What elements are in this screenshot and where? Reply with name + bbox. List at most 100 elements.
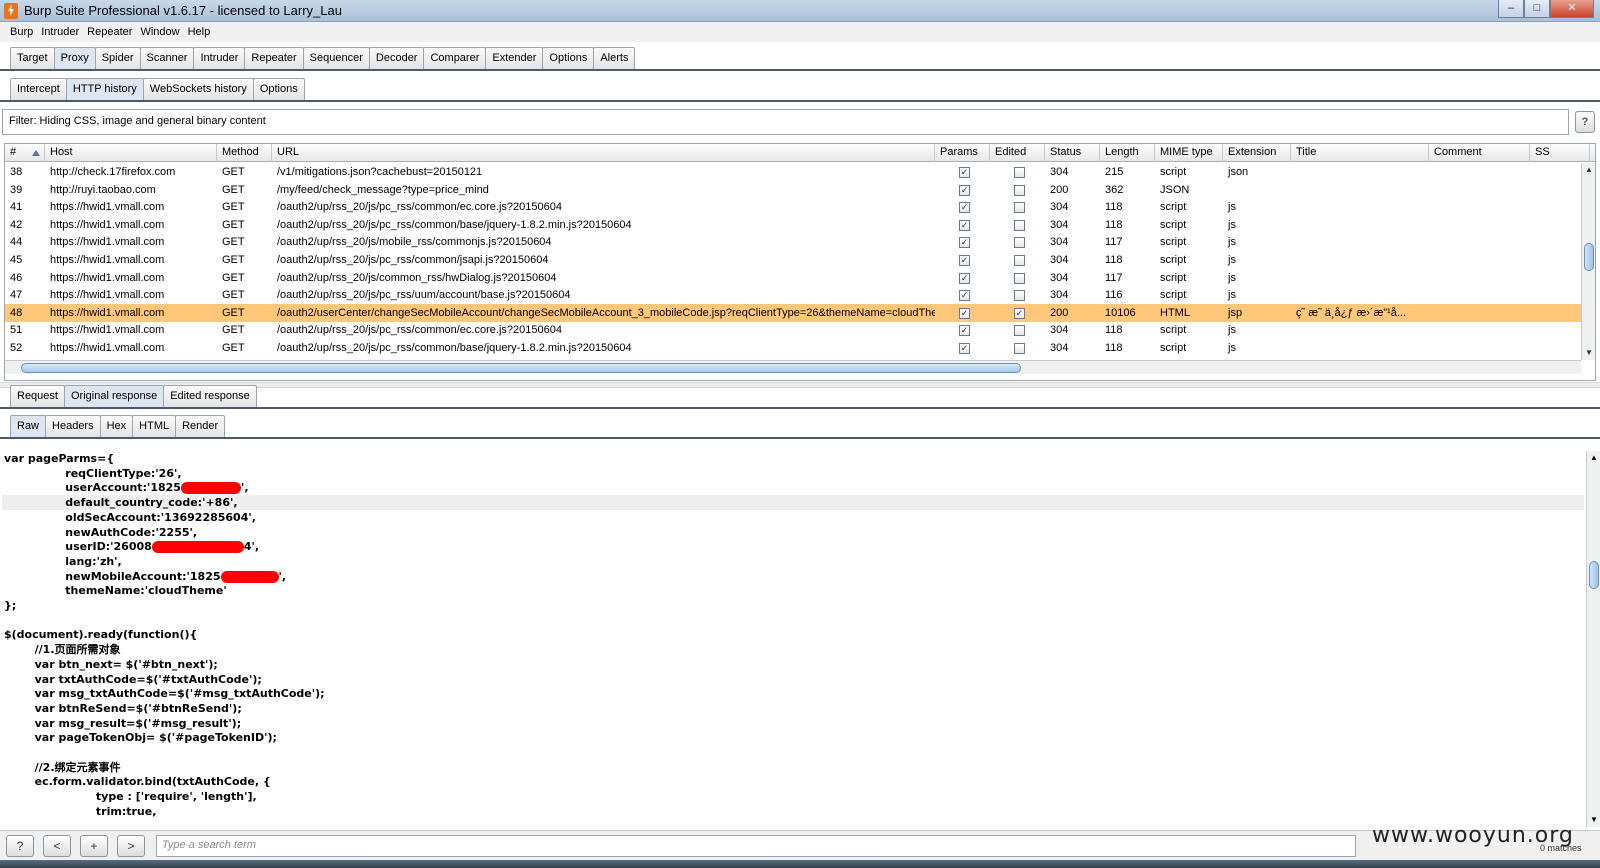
table-row[interactable]: 52 https://hwid1.vmall.com GET/oauth2/up/r… bbox=[5, 339, 1581, 357]
column-header-title[interactable]: Title bbox=[1291, 144, 1429, 162]
params-checkbox[interactable]: ✓ bbox=[959, 237, 970, 249]
column-header-params[interactable]: Params bbox=[935, 144, 990, 162]
proxy-tab-intercept[interactable]: Intercept bbox=[10, 78, 67, 100]
table-hscroll-thumb[interactable] bbox=[21, 363, 1021, 373]
cell-status: 304 bbox=[1050, 271, 1069, 284]
tab-extender[interactable]: Extender bbox=[485, 47, 544, 69]
message-tab-edited-response[interactable]: Edited response bbox=[163, 385, 257, 407]
column-header-comment[interactable]: Comment bbox=[1429, 144, 1530, 162]
close-button[interactable]: ✕ bbox=[1550, 0, 1594, 18]
search-help-button[interactable]: ? bbox=[6, 835, 34, 857]
menu-intruder[interactable]: Intruder bbox=[37, 26, 83, 38]
tab-decoder[interactable]: Decoder bbox=[368, 47, 425, 69]
params-checkbox[interactable]: ✓ bbox=[959, 255, 970, 266]
column-header-ss[interactable]: SS bbox=[1530, 144, 1590, 162]
params-checkbox[interactable]: ✓ bbox=[959, 325, 970, 337]
edited-checkbox[interactable] bbox=[1014, 343, 1025, 354]
edited-checkbox[interactable] bbox=[1014, 202, 1025, 214]
editor-vscroll-thumb[interactable] bbox=[1589, 561, 1599, 589]
edited-checkbox[interactable] bbox=[1014, 184, 1025, 196]
column-header-method[interactable]: Method bbox=[217, 144, 272, 162]
column-header-host[interactable]: Host bbox=[45, 144, 217, 162]
params-checkbox[interactable]: ✓ bbox=[959, 202, 970, 214]
tab-intruder[interactable]: Intruder bbox=[193, 47, 246, 69]
edited-checkbox[interactable] bbox=[1014, 255, 1025, 266]
column-header-status[interactable]: Status bbox=[1045, 144, 1100, 162]
tab-scanner[interactable]: Scanner bbox=[139, 47, 195, 69]
table-row[interactable]: 38 http://check.17firefox.com GET/v1/mitig… bbox=[5, 163, 1581, 181]
table-row[interactable]: 46 https://hwid1.vmall.com GET/oauth2/up/r… bbox=[5, 269, 1581, 287]
table-row[interactable]: 42 https://hwid1.vmall.com GET/oauth2/up/r… bbox=[5, 216, 1581, 234]
tab-comparer[interactable]: Comparer bbox=[423, 47, 487, 69]
filter-help-button[interactable]: ? bbox=[1575, 111, 1595, 133]
column-header-mime-type[interactable]: MIME type bbox=[1155, 144, 1223, 162]
tab-options[interactable]: Options bbox=[542, 47, 595, 69]
search-input[interactable]: Type a search term bbox=[156, 835, 1356, 857]
params-checkbox[interactable]: ✓ bbox=[959, 167, 970, 178]
next-match-button[interactable]: > bbox=[117, 835, 145, 857]
add-button[interactable]: + bbox=[80, 835, 108, 857]
editor-scroll-down-icon[interactable]: ▼ bbox=[1587, 813, 1600, 827]
maximize-button[interactable]: □ bbox=[1524, 0, 1550, 18]
params-checkbox[interactable]: ✓ bbox=[959, 307, 970, 319]
menu-window[interactable]: Window bbox=[136, 26, 183, 38]
view-tab-hex[interactable]: Hex bbox=[99, 415, 134, 437]
column-header-extension[interactable]: Extension bbox=[1223, 144, 1291, 162]
scroll-down-icon[interactable]: ▼ bbox=[1582, 346, 1595, 360]
params-checkbox[interactable]: ✓ bbox=[959, 290, 970, 302]
column-header-length[interactable]: Length bbox=[1100, 144, 1155, 162]
raw-response-editor[interactable]: var pageParms={ reqClientType:'26', user… bbox=[2, 451, 1584, 827]
table-row[interactable]: 45 https://hwid1.vmall.com GET/oauth2/up/r… bbox=[5, 251, 1581, 269]
tab-sequencer[interactable]: Sequencer bbox=[302, 47, 370, 69]
message-tab-request[interactable]: Request bbox=[10, 385, 65, 407]
edited-checkbox[interactable] bbox=[1014, 219, 1025, 231]
edited-checkbox[interactable]: ✓ bbox=[1014, 307, 1025, 319]
filter-bar[interactable]: Filter: Hiding CSS, image and general bi… bbox=[2, 109, 1569, 135]
edited-checkbox[interactable] bbox=[1014, 167, 1025, 178]
edited-checkbox[interactable] bbox=[1014, 237, 1025, 249]
table-row[interactable]: 44 https://hwid1.vmall.com GET/oauth2/up/r… bbox=[5, 233, 1581, 251]
editor-vertical-scrollbar[interactable]: ▲ ▼ bbox=[1586, 451, 1600, 827]
table-row[interactable]: 39 http://ruyi.taobao.com GET/my/feed/chec… bbox=[5, 181, 1581, 199]
table-row[interactable]: 47 https://hwid1.vmall.com GET/oauth2/up/r… bbox=[5, 286, 1581, 304]
proxy-tab-websockets-history[interactable]: WebSockets history bbox=[142, 78, 254, 100]
column-header-url[interactable]: URL bbox=[272, 144, 935, 162]
tab-target[interactable]: Target bbox=[10, 47, 55, 69]
cell-num: 41 bbox=[10, 201, 23, 214]
view-tab-html[interactable]: HTML bbox=[132, 415, 177, 437]
editor-scroll-up-icon[interactable]: ▲ bbox=[1587, 451, 1600, 465]
view-tab-render[interactable]: Render bbox=[175, 415, 226, 437]
view-tab-raw[interactable]: Raw bbox=[10, 415, 47, 437]
scroll-up-icon[interactable]: ▲ bbox=[1582, 163, 1595, 177]
table-row[interactable]: 41 https://hwid1.vmall.com GET/oauth2/up/r… bbox=[5, 198, 1581, 216]
column-header-edited[interactable]: Edited bbox=[990, 144, 1045, 162]
table-horizontal-scrollbar[interactable] bbox=[5, 360, 1581, 374]
view-tab-headers[interactable]: Headers bbox=[45, 415, 101, 437]
tab-alerts[interactable]: Alerts bbox=[593, 47, 636, 69]
column-header-number[interactable]: # bbox=[5, 144, 45, 162]
menu-burp[interactable]: Burp bbox=[6, 26, 37, 38]
params-checkbox[interactable]: ✓ bbox=[959, 272, 970, 284]
proxy-tab-options[interactable]: Options bbox=[252, 78, 305, 100]
edited-checkbox[interactable] bbox=[1014, 272, 1025, 284]
table-vscroll-thumb[interactable] bbox=[1584, 243, 1594, 271]
edited-checkbox[interactable] bbox=[1014, 290, 1025, 302]
tab-repeater[interactable]: Repeater bbox=[244, 47, 304, 69]
params-checkbox[interactable]: ✓ bbox=[959, 219, 970, 231]
table-row[interactable]: 48 https://hwid1.vmall.com GET/oauth2/user… bbox=[5, 303, 1581, 322]
http-history-table: # Host Method URL Params Edited Status Length MI… bbox=[4, 143, 1596, 381]
tab-proxy[interactable]: Proxy bbox=[53, 47, 96, 69]
cell-num: 51 bbox=[10, 324, 23, 337]
previous-match-button[interactable]: < bbox=[43, 835, 71, 857]
proxy-tab-http-history[interactable]: HTTP history bbox=[65, 78, 144, 100]
table-row[interactable]: 51 https://hwid1.vmall.com GET/oauth2/up/r… bbox=[5, 321, 1581, 339]
edited-checkbox[interactable] bbox=[1014, 325, 1025, 337]
minimize-button[interactable]: – bbox=[1498, 0, 1524, 18]
tab-spider[interactable]: Spider bbox=[94, 47, 141, 69]
table-vertical-scrollbar[interactable]: ▲ ▼ bbox=[1581, 163, 1595, 360]
menu-help[interactable]: Help bbox=[184, 26, 215, 38]
params-checkbox[interactable]: ✓ bbox=[959, 184, 970, 196]
message-tab-original-response[interactable]: Original response bbox=[63, 385, 165, 407]
params-checkbox[interactable]: ✓ bbox=[959, 343, 970, 354]
menu-repeater[interactable]: Repeater bbox=[83, 26, 136, 38]
